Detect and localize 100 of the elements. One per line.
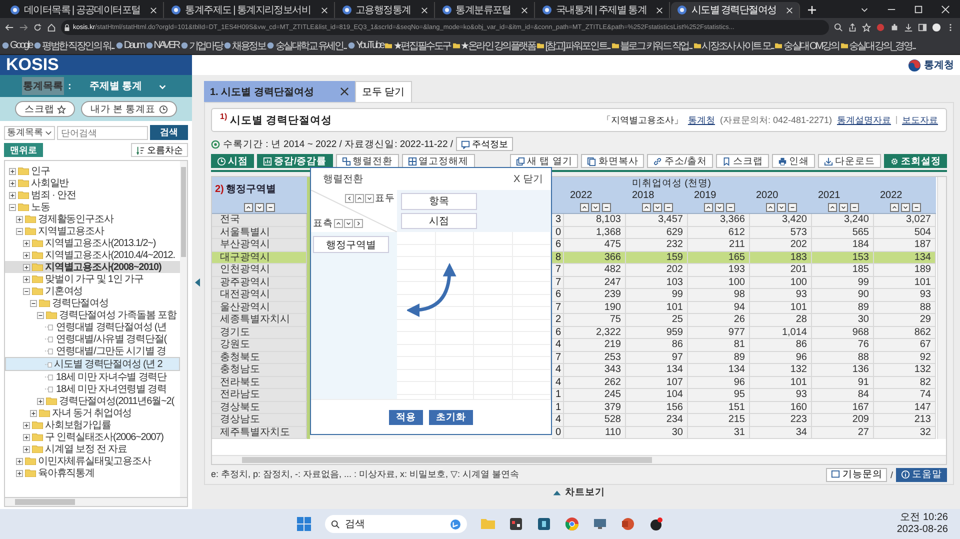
scope-select[interactable]: 통계목록 bbox=[4, 126, 55, 140]
expander-icon[interactable] bbox=[37, 398, 44, 404]
reload-icon[interactable] bbox=[33, 23, 42, 32]
row-header-cell[interactable]: 전라남도 bbox=[212, 389, 307, 402]
tree-item[interactable]: 사회보험가입률 bbox=[5, 419, 180, 431]
bookmark[interactable]: 숭실대 OM강의 bbox=[775, 38, 839, 52]
up-button[interactable] bbox=[704, 202, 712, 212]
tree-item[interactable]: 지역별고용조사 bbox=[5, 225, 180, 237]
expander-icon[interactable] bbox=[16, 216, 23, 222]
scrollbar[interactable] bbox=[180, 161, 187, 497]
clock-time[interactable]: 오전 10:26 bbox=[900, 512, 948, 524]
bookmark[interactable]: ★온라인 강의플랫폼 bbox=[452, 38, 536, 52]
browser-icon[interactable] bbox=[565, 517, 579, 531]
sort-button[interactable]: 오름차순 bbox=[131, 143, 188, 157]
toolbar-button[interactable]: 다운로드 bbox=[818, 154, 881, 168]
scrollbar[interactable] bbox=[4, 498, 188, 507]
expander-icon[interactable] bbox=[23, 434, 30, 440]
minus-button[interactable] bbox=[912, 202, 920, 212]
tree-item[interactable]: 18세 미만 자녀수별 경력단 bbox=[5, 371, 180, 383]
tree-item[interactable]: 지역별고용조사(2010.4/4~2012. bbox=[5, 249, 180, 261]
dialog-button[interactable]: 초기화 bbox=[429, 410, 473, 424]
pill-button[interactable]: 내가 본 통계표 bbox=[81, 101, 177, 117]
tree-item[interactable]: 경력단절여성 bbox=[5, 297, 180, 309]
down-button[interactable] bbox=[776, 202, 786, 212]
tree-item[interactable]: 육아휴직통계 bbox=[5, 467, 180, 479]
windows-icon[interactable] bbox=[297, 517, 311, 531]
tree-item[interactable]: 연령대별/사유별 경력단절( bbox=[5, 333, 180, 345]
expander-icon[interactable] bbox=[9, 180, 16, 186]
tree-item[interactable]: 18세 미만 자녀연령별 경력 bbox=[5, 383, 180, 395]
table-tab[interactable]: 1. 시도별 경력단절여성 bbox=[204, 81, 355, 102]
up-button[interactable] bbox=[766, 202, 774, 212]
tree-item[interactable]: 맞벌이 가구 및 1인 가구 bbox=[5, 273, 180, 285]
expander-icon[interactable] bbox=[16, 458, 23, 464]
expander-icon[interactable] bbox=[9, 168, 16, 174]
bookmark[interactable]: Google bbox=[2, 40, 32, 51]
row-header-cell[interactable]: 부산광역시 bbox=[212, 239, 307, 252]
up-button[interactable] bbox=[580, 202, 588, 212]
presentation-icon[interactable] bbox=[621, 517, 635, 531]
maximize-icon[interactable] bbox=[914, 5, 923, 14]
dimension-chip[interactable]: 행정구역별 bbox=[313, 236, 389, 253]
document-link[interactable]: 통계설명자료 bbox=[837, 114, 891, 126]
tree-item[interactable]: 연령대별 경력단절여성 (년 bbox=[5, 321, 180, 333]
document-link[interactable]: 보도자료 bbox=[902, 114, 938, 126]
home-icon[interactable] bbox=[47, 23, 56, 32]
bookmark[interactable]: 숭실대 강의_경영... bbox=[840, 38, 916, 52]
bookmark[interactable]: 평범한 직장인의 워... bbox=[34, 38, 114, 52]
close-button[interactable]: X 닫기 bbox=[514, 172, 543, 186]
toolbar-button[interactable]: 열고정해제 bbox=[402, 154, 475, 168]
org-link[interactable]: 통계청 bbox=[688, 114, 715, 126]
download-icon[interactable] bbox=[904, 23, 913, 32]
close-all-button[interactable]: 모두 닫기 bbox=[354, 81, 412, 102]
expander-icon[interactable] bbox=[23, 264, 30, 270]
expander-icon[interactable] bbox=[16, 470, 23, 476]
monitor-icon[interactable] bbox=[593, 517, 607, 531]
bookmark[interactable]: 시장조사 사이트 모... bbox=[694, 38, 774, 52]
expander-icon[interactable] bbox=[30, 300, 37, 306]
browser-tab[interactable]: 시도별 경력단절여성 bbox=[671, 2, 800, 18]
app-icon[interactable] bbox=[649, 517, 663, 531]
down-button[interactable] bbox=[344, 219, 353, 228]
dialog-button[interactable]: 적용 bbox=[389, 410, 423, 424]
forward-icon[interactable] bbox=[19, 23, 28, 32]
chart-toggle[interactable]: 차트보기 bbox=[551, 486, 607, 499]
minus-button[interactable] bbox=[602, 202, 610, 212]
bookmark[interactable]: YouTube bbox=[348, 40, 384, 51]
dimension-chip[interactable]: 항목 bbox=[401, 193, 477, 210]
minus-button[interactable] bbox=[664, 202, 672, 212]
tree-item[interactable]: 노동 bbox=[5, 201, 180, 213]
minus-button[interactable] bbox=[850, 202, 858, 212]
expander-icon[interactable] bbox=[16, 228, 23, 234]
tree-item[interactable]: 경제활동인구조사 bbox=[5, 213, 180, 225]
row-header-cell[interactable]: 충청남도 bbox=[212, 364, 307, 376]
bookmark[interactable]: ★편집필수도구 bbox=[385, 38, 451, 52]
expander-icon[interactable] bbox=[23, 288, 30, 294]
row-header-cell[interactable]: 광주광역시 bbox=[212, 276, 307, 289]
side-panel-icon[interactable] bbox=[918, 23, 927, 32]
tree-item[interactable]: 시도별 경력단절여성 (년 2 bbox=[5, 357, 180, 371]
minus-button[interactable] bbox=[726, 202, 734, 212]
kosis-logo[interactable]: KOSIS bbox=[0, 55, 192, 75]
up-button[interactable] bbox=[244, 202, 253, 212]
profile-icon[interactable] bbox=[932, 23, 941, 32]
search-button[interactable]: 검색 bbox=[150, 125, 188, 140]
chat-icon[interactable] bbox=[450, 518, 461, 530]
expander-icon[interactable] bbox=[9, 192, 16, 198]
tree-item[interactable]: 시계열 보정 전 자료 bbox=[5, 443, 180, 455]
tree-item[interactable]: 이민자체류실태및고용조사 bbox=[5, 455, 180, 467]
pill-button[interactable]: 스크랩 bbox=[15, 101, 76, 117]
help-button[interactable]: 도움말 bbox=[896, 468, 947, 482]
row-header-cell[interactable]: 전국 bbox=[212, 214, 307, 226]
row-header-cell[interactable]: 충청북도 bbox=[212, 352, 307, 364]
tree-item[interactable]: 기혼여성 bbox=[5, 285, 180, 297]
expander-icon[interactable] bbox=[23, 446, 30, 452]
up-button[interactable] bbox=[828, 202, 836, 212]
up-button[interactable] bbox=[890, 202, 898, 212]
row-header-cell[interactable]: 울산광역시 bbox=[212, 302, 307, 314]
toolbar-button[interactable]: 조회설정 bbox=[884, 154, 947, 168]
row-header-cell[interactable]: 경상남도 bbox=[212, 414, 307, 426]
row-header-cell[interactable]: 강원도 bbox=[212, 339, 307, 352]
row-header-cell[interactable]: 전라북도 bbox=[212, 376, 307, 389]
tree-item[interactable]: 지역별고용조사(2008~2010) bbox=[5, 261, 180, 273]
expander-icon[interactable] bbox=[23, 422, 30, 428]
